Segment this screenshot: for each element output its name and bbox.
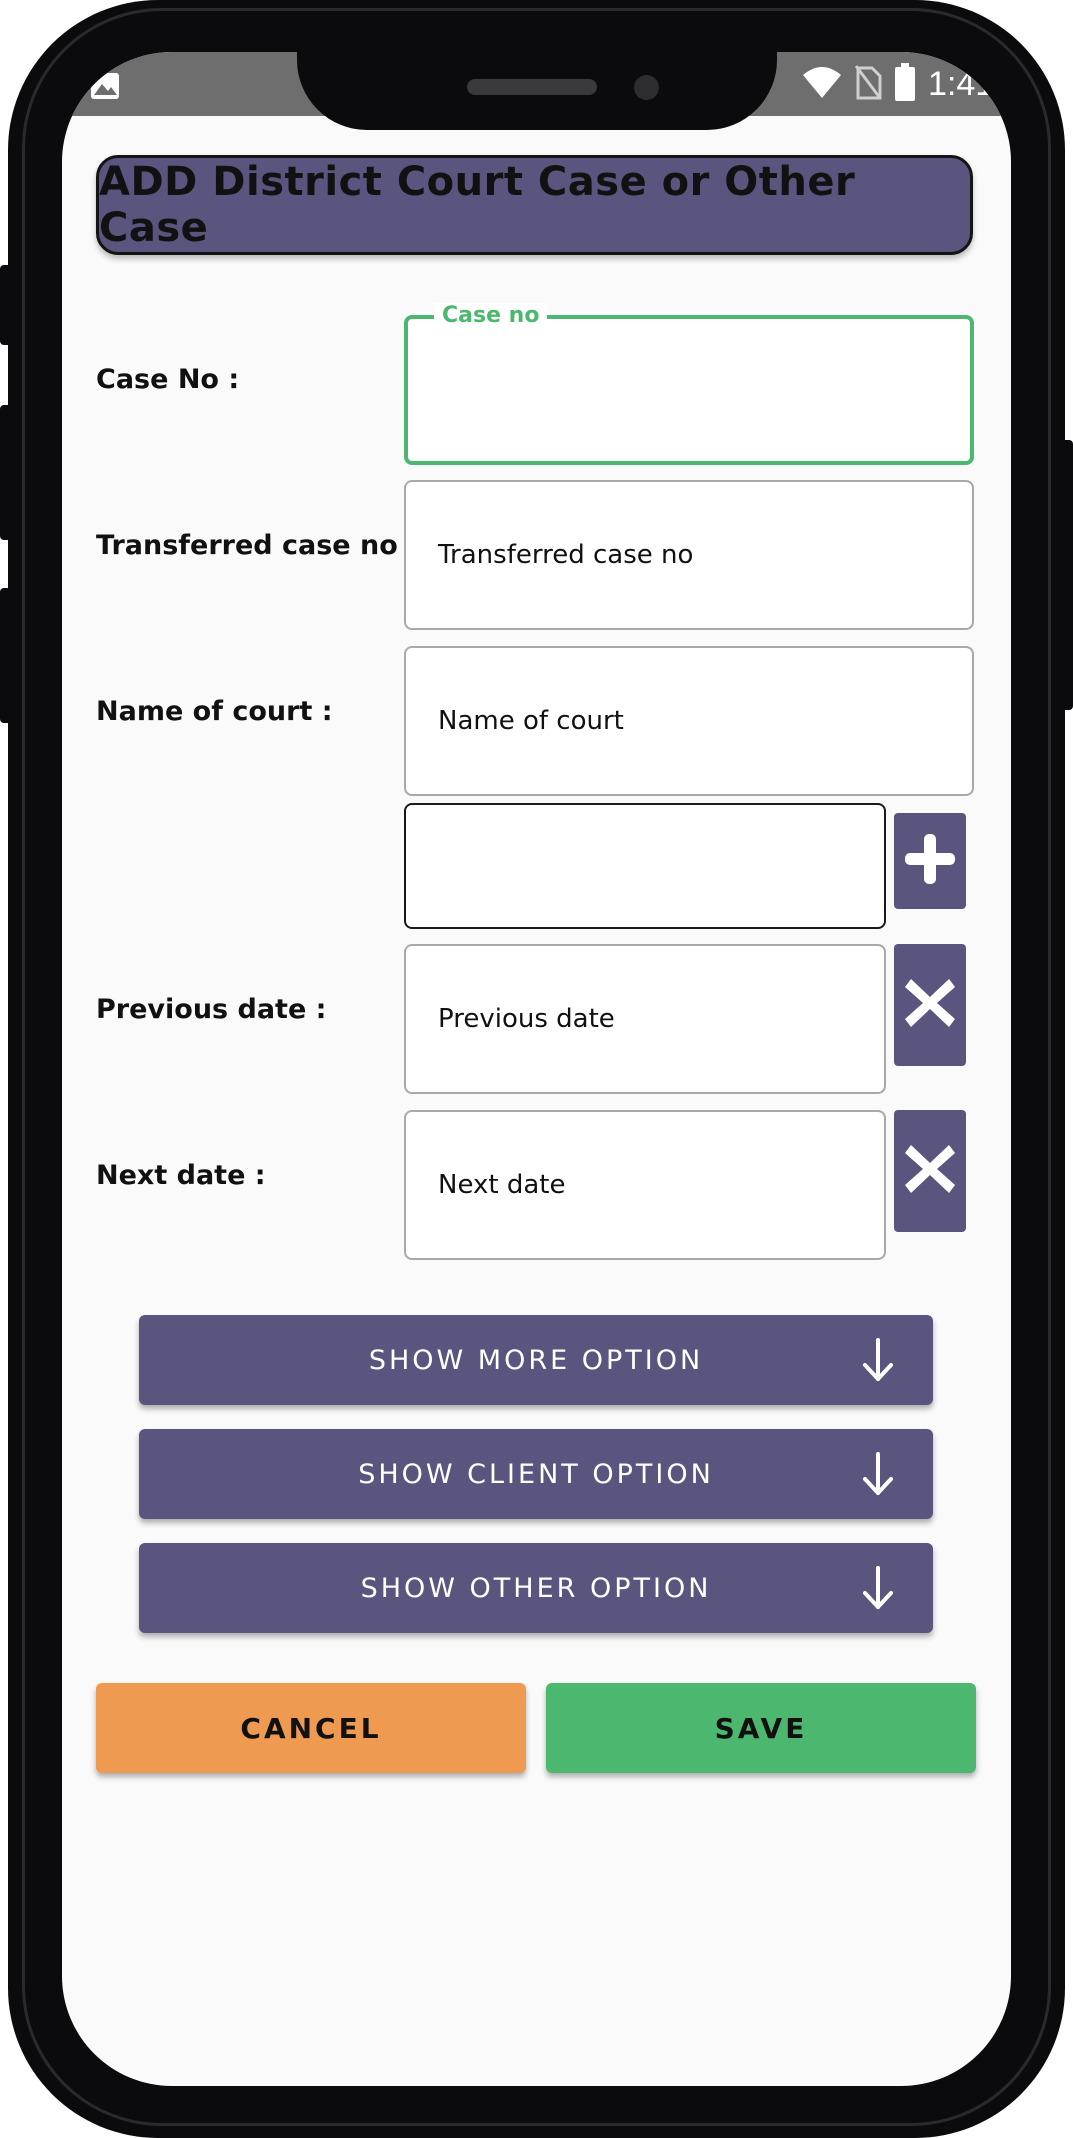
status-time: 1:41: [928, 64, 995, 103]
power-button: [1061, 440, 1073, 710]
battery-icon: [894, 63, 916, 105]
next-date-label: Next date :: [96, 1160, 266, 1191]
speaker-grille: [467, 79, 597, 95]
arrow-down-icon: [861, 1337, 895, 1387]
plus-icon: [903, 832, 957, 890]
case-no-input[interactable]: Case no: [404, 303, 974, 465]
close-icon: [903, 973, 957, 1037]
cancel-button-label: CANCEL: [240, 1711, 382, 1745]
show-client-option-button[interactable]: SHOW CLIENT OPTION: [139, 1429, 933, 1519]
show-other-option-label: SHOW OTHER OPTION: [360, 1572, 712, 1604]
clear-next-date-button[interactable]: [894, 1110, 966, 1232]
transferred-case-no-input[interactable]: Transferred case no: [404, 480, 974, 630]
previous-date-label: Previous date :: [96, 994, 327, 1025]
next-date-input[interactable]: Next date: [404, 1110, 886, 1260]
show-client-option-label: SHOW CLIENT OPTION: [358, 1458, 714, 1490]
page-title: ADD District Court Case or Other Case: [99, 159, 856, 251]
case-no-label: Case No :: [96, 364, 240, 395]
case-no-floating-label: Case no: [434, 303, 548, 328]
close-icon: [903, 1139, 957, 1203]
cancel-button[interactable]: CANCEL: [96, 1683, 526, 1773]
status-icons: 1:41: [802, 58, 994, 110]
transferred-case-no-label: Transferred case no :: [96, 530, 418, 561]
page-title-bar: ADD District Court Case or Other Case: [96, 155, 973, 255]
add-court-button[interactable]: [894, 813, 966, 909]
name-of-court-input[interactable]: Name of court: [404, 646, 974, 796]
save-button[interactable]: SAVE: [546, 1683, 976, 1773]
side-button-top-left: [0, 265, 12, 345]
wifi-icon: [802, 65, 842, 103]
save-button-label: SAVE: [714, 1711, 808, 1745]
name-of-court-label: Name of court :: [96, 696, 333, 727]
front-camera: [634, 75, 659, 100]
app-screen: 1:41 ADD District Court Case or Other Ca…: [62, 52, 1011, 2086]
previous-date-input[interactable]: Previous date: [404, 944, 886, 1094]
previous-date-placeholder: Previous date: [438, 1004, 615, 1034]
name-of-court-placeholder: Name of court: [438, 706, 624, 736]
additional-court-input[interactable]: [404, 803, 886, 929]
transferred-case-no-placeholder: Transferred case no: [438, 540, 694, 570]
show-other-option-button[interactable]: SHOW OTHER OPTION: [139, 1543, 933, 1633]
next-date-placeholder: Next date: [438, 1170, 566, 1200]
arrow-down-icon: [861, 1565, 895, 1615]
volume-up-button: [0, 405, 12, 540]
show-more-option-button[interactable]: SHOW MORE OPTION: [139, 1315, 933, 1405]
arrow-down-icon: [861, 1451, 895, 1501]
no-sim-icon: [854, 64, 882, 104]
volume-down-button: [0, 588, 12, 723]
show-more-option-label: SHOW MORE OPTION: [368, 1344, 704, 1376]
image-icon: [90, 72, 120, 104]
clear-previous-date-button[interactable]: [894, 944, 966, 1066]
